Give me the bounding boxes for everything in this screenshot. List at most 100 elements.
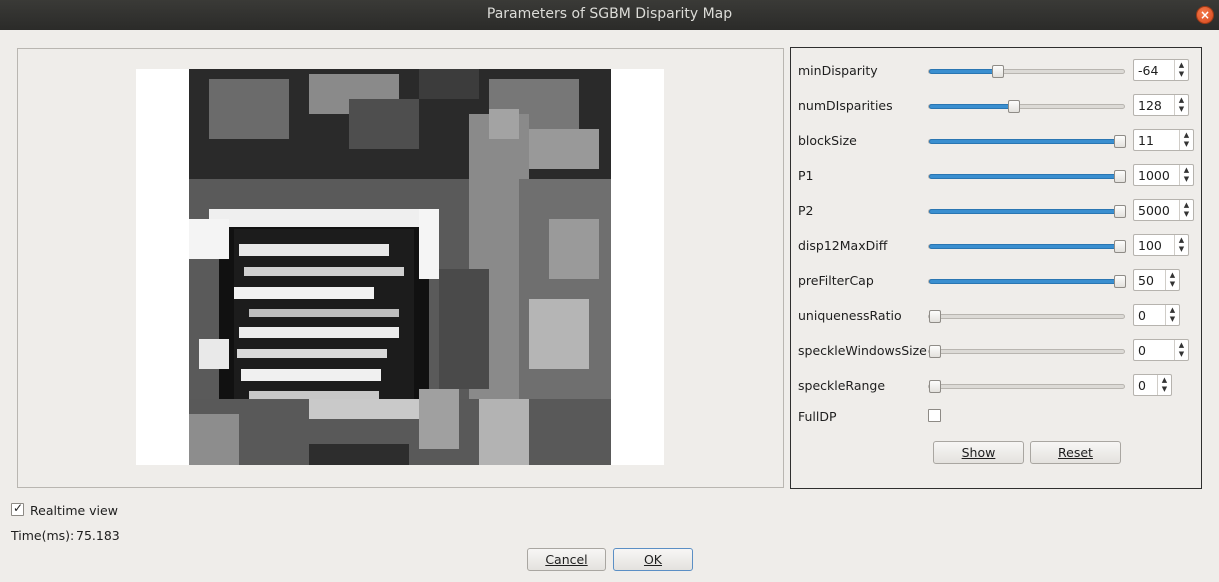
spin-down-icon[interactable]: ▼	[1175, 245, 1188, 254]
param-label: speckleRange	[798, 378, 886, 393]
slider-fill	[929, 279, 1126, 284]
ok-button[interactable]: OK	[613, 548, 693, 571]
spin-down-icon[interactable]: ▼	[1180, 175, 1193, 184]
checkmark-icon: ✓	[13, 501, 24, 515]
spinbox-arrows: ▲ ▼	[1179, 200, 1193, 220]
param-label: uniquenessRatio	[798, 308, 902, 323]
spin-up-icon[interactable]: ▲	[1180, 201, 1193, 210]
param-spinbox[interactable]: 0 ▲ ▼	[1133, 339, 1189, 361]
disparity-map-image	[189, 69, 611, 465]
slider-fill	[929, 139, 1126, 144]
param-slider[interactable]	[928, 240, 1126, 253]
spin-down-icon[interactable]: ▼	[1175, 350, 1188, 359]
spin-down-icon[interactable]: ▼	[1158, 385, 1171, 394]
param-label: numDIsparities	[798, 98, 893, 113]
spin-up-icon[interactable]: ▲	[1175, 96, 1188, 105]
param-spinbox[interactable]: 5000 ▲ ▼	[1133, 199, 1194, 221]
spin-up-icon[interactable]: ▲	[1180, 131, 1193, 140]
param-slider[interactable]	[928, 345, 1125, 358]
slider-handle[interactable]	[929, 380, 941, 393]
realtime-view-checkbox[interactable]: ✓	[11, 501, 24, 516]
spin-down-icon[interactable]: ▼	[1175, 105, 1188, 114]
param-slider[interactable]	[928, 310, 1125, 323]
spin-up-icon[interactable]: ▲	[1175, 236, 1188, 245]
slider-fill	[929, 174, 1126, 179]
spin-down-icon[interactable]: ▼	[1175, 70, 1188, 79]
spinbox-value: 0	[1138, 378, 1146, 393]
realtime-view-label: Realtime view	[30, 503, 118, 518]
spin-down-icon[interactable]: ▼	[1166, 315, 1179, 324]
reset-button-label: Reset	[1058, 445, 1093, 460]
param-spinbox[interactable]: 0 ▲ ▼	[1133, 304, 1180, 326]
param-label: speckleWindowsSize	[798, 343, 927, 358]
slider-handle[interactable]	[929, 345, 941, 358]
slider-fill	[929, 209, 1126, 214]
spin-down-icon[interactable]: ▼	[1180, 140, 1193, 149]
show-button[interactable]: Show	[933, 441, 1024, 464]
slider-handle[interactable]	[1114, 275, 1126, 288]
spin-up-icon[interactable]: ▲	[1175, 61, 1188, 70]
param-slider[interactable]	[928, 65, 1125, 78]
close-icon[interactable]: ×	[1196, 6, 1214, 24]
param-slider[interactable]	[928, 170, 1126, 183]
show-button-label: Show	[961, 445, 996, 460]
param-slider[interactable]	[928, 380, 1125, 393]
param-label: blockSize	[798, 133, 857, 148]
spin-up-icon[interactable]: ▲	[1175, 341, 1188, 350]
spinbox-arrows: ▲ ▼	[1179, 165, 1193, 185]
spinbox-arrows: ▲ ▼	[1157, 375, 1171, 395]
parameter-panel: minDisparity -64 ▲ ▼ numDIsparities 128 ▲ ▼ bloc…	[790, 47, 1202, 489]
disparity-preview-frame	[17, 48, 784, 488]
slider-handle[interactable]	[1114, 135, 1126, 148]
spinbox-value: 128	[1138, 98, 1162, 113]
param-label: disp12MaxDiff	[798, 238, 888, 253]
spin-down-icon[interactable]: ▼	[1166, 280, 1179, 289]
time-value: 75.183	[76, 528, 120, 543]
slider-handle[interactable]	[992, 65, 1004, 78]
spin-up-icon[interactable]: ▲	[1166, 306, 1179, 315]
fulldp-checkbox[interactable]	[928, 409, 941, 422]
param-slider[interactable]	[928, 100, 1125, 113]
param-slider[interactable]	[928, 135, 1126, 148]
spin-down-icon[interactable]: ▼	[1180, 210, 1193, 219]
preview-canvas	[136, 69, 664, 465]
spinbox-value: 11	[1138, 133, 1154, 148]
param-label: P1	[798, 168, 814, 183]
cancel-button[interactable]: Cancel	[527, 548, 606, 571]
ok-button-label: OK	[643, 552, 663, 567]
spinbox-value: 50	[1138, 273, 1154, 288]
spinbox-arrows: ▲ ▼	[1174, 60, 1188, 80]
spinbox-value: 1000	[1138, 168, 1170, 183]
slider-handle[interactable]	[1114, 170, 1126, 183]
spinbox-arrows: ▲ ▼	[1174, 340, 1188, 360]
spinbox-value: -64	[1138, 63, 1159, 78]
param-spinbox[interactable]: 1000 ▲ ▼	[1133, 164, 1194, 186]
param-slider[interactable]	[928, 205, 1126, 218]
slider-handle[interactable]	[929, 310, 941, 323]
slider-handle[interactable]	[1114, 240, 1126, 253]
spinbox-arrows: ▲ ▼	[1174, 235, 1188, 255]
slider-fill	[929, 104, 1014, 109]
param-spinbox[interactable]: 50 ▲ ▼	[1133, 269, 1180, 291]
param-spinbox[interactable]: 100 ▲ ▼	[1133, 234, 1189, 256]
slider-handle[interactable]	[1008, 100, 1020, 113]
spin-up-icon[interactable]: ▲	[1158, 376, 1171, 385]
param-label: minDisparity	[798, 63, 878, 78]
slider-handle[interactable]	[1114, 205, 1126, 218]
param-spinbox[interactable]: 0 ▲ ▼	[1133, 374, 1172, 396]
param-spinbox[interactable]: -64 ▲ ▼	[1133, 59, 1189, 81]
param-spinbox[interactable]: 11 ▲ ▼	[1133, 129, 1194, 151]
spin-up-icon[interactable]: ▲	[1180, 166, 1193, 175]
cancel-button-label: Cancel	[545, 552, 588, 567]
window-title: Parameters of SGBM Disparity Map	[486, 6, 733, 22]
spinbox-arrows: ▲ ▼	[1165, 305, 1179, 325]
spinbox-value: 5000	[1138, 203, 1170, 218]
spinbox-value: 0	[1138, 308, 1146, 323]
param-spinbox[interactable]: 128 ▲ ▼	[1133, 94, 1189, 116]
slider-fill	[929, 244, 1126, 249]
spin-up-icon[interactable]: ▲	[1166, 271, 1179, 280]
spinbox-arrows: ▲ ▼	[1165, 270, 1179, 290]
spinbox-arrows: ▲ ▼	[1174, 95, 1188, 115]
reset-button[interactable]: Reset	[1030, 441, 1121, 464]
param-slider[interactable]	[928, 275, 1126, 288]
